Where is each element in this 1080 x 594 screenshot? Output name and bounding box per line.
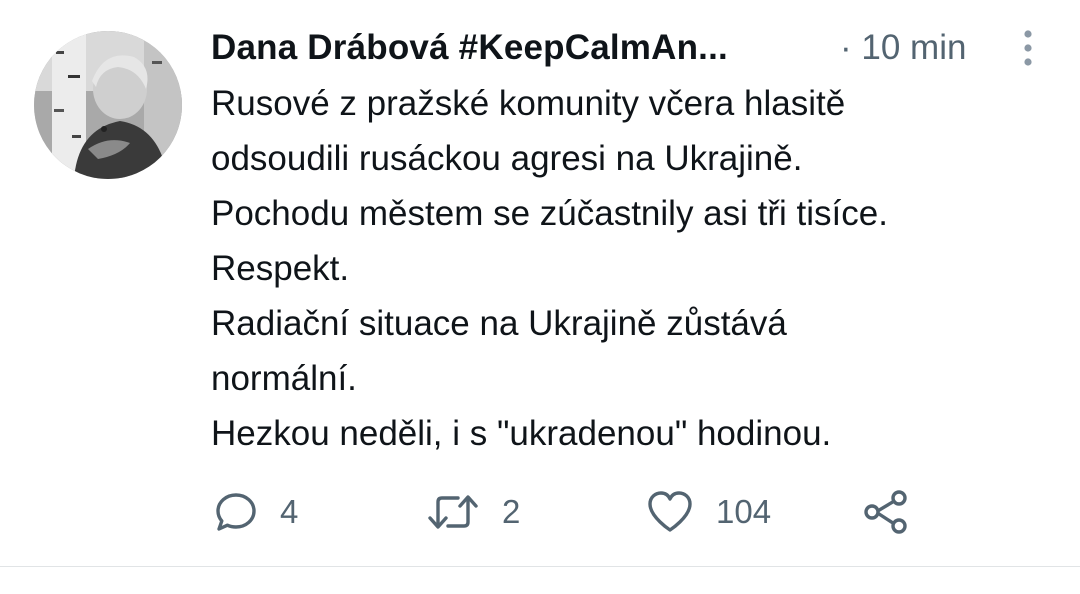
divider bbox=[0, 566, 1080, 567]
like-count: 104 bbox=[716, 493, 772, 530]
author-name[interactable]: Dana Drábová #KeepCalmAn... bbox=[211, 26, 728, 70]
retweet-count: 2 bbox=[502, 493, 521, 530]
tweet-text-line: odsoudili rusáckou agresi na Ukrajině. bbox=[211, 139, 803, 178]
avatar[interactable] bbox=[34, 31, 182, 179]
like-button[interactable]: 104 bbox=[646, 486, 771, 538]
heart-icon bbox=[648, 491, 692, 532]
tweet-text-line: normální. bbox=[211, 359, 357, 398]
reply-button[interactable]: 4 bbox=[214, 486, 298, 538]
share-icon bbox=[864, 490, 907, 534]
tweet-text-line: Pochodu městem se zúčastnily asi tři tis… bbox=[211, 194, 888, 233]
share-button[interactable] bbox=[862, 486, 910, 538]
more-vertical-icon[interactable] bbox=[1014, 28, 1042, 68]
timestamp[interactable]: · 10 min bbox=[840, 26, 966, 70]
action-bar: 4 2 104 bbox=[214, 486, 914, 538]
tweet-text-line: Respekt. bbox=[211, 249, 350, 288]
retweet-icon bbox=[428, 495, 478, 529]
tweet[interactable]: Dana Drábová #KeepCalmAn... · 10 min Rus… bbox=[0, 0, 1080, 567]
reply-icon bbox=[216, 493, 256, 531]
tweet-text-line: Radiační situace na Ukrajině zůstává bbox=[211, 304, 787, 343]
retweet-button[interactable]: 2 bbox=[426, 486, 520, 538]
reply-count: 4 bbox=[280, 493, 299, 530]
tweet-text-line: Rusové z pražské komunity včera hlasitě bbox=[211, 84, 846, 123]
tweet-text-line: Hezkou neděli, i s "ukradenou" hodinou. bbox=[211, 414, 832, 453]
tweet-header: Dana Drábová #KeepCalmAn... · 10 min bbox=[211, 26, 1061, 70]
tweet-text: Rusové z pražské komunity včera hlasitě … bbox=[211, 76, 1061, 461]
